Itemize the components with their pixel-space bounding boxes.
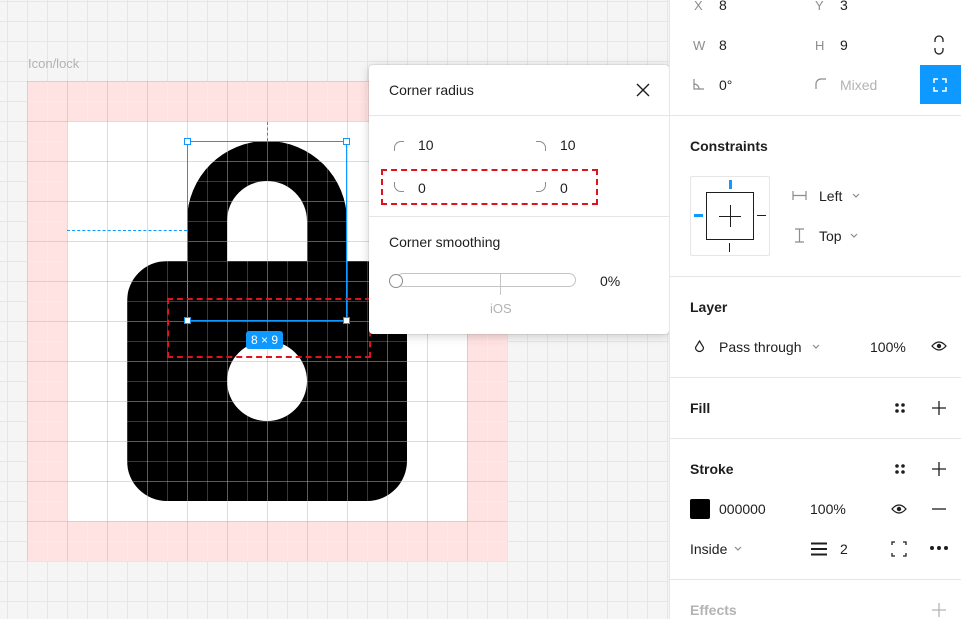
smoothing-ios-marker — [500, 273, 501, 295]
smoothing-value[interactable]: 0% — [600, 273, 620, 289]
add-effect-icon[interactable] — [932, 603, 946, 617]
constraint-cross-h — [719, 216, 741, 217]
smoothing-slider-track[interactable] — [396, 273, 576, 287]
blend-mode-select[interactable]: Pass through — [719, 339, 802, 355]
divider — [670, 276, 961, 277]
vertical-constraint-icon — [795, 228, 804, 243]
close-icon[interactable] — [636, 83, 650, 97]
smoothing-ios-label: iOS — [490, 301, 512, 316]
chevron-down-icon[interactable] — [852, 193, 860, 199]
constraints-title: Constraints — [690, 138, 768, 154]
stroke-weight-input[interactable]: 2 — [840, 541, 848, 557]
remove-stroke-icon[interactable] — [932, 502, 946, 516]
individual-strokes-icon[interactable] — [891, 541, 907, 557]
divider — [369, 216, 669, 217]
y-input[interactable]: 3 — [840, 0, 848, 13]
stroke-weight-icon — [811, 542, 827, 556]
stroke-opacity-input[interactable]: 100% — [810, 501, 846, 517]
smoothing-slider-thumb[interactable] — [389, 274, 403, 288]
effects-title: Effects — [690, 602, 737, 618]
constraint-bottom[interactable] — [729, 243, 730, 252]
radius-bottom-left-input[interactable]: 0 — [418, 180, 426, 196]
horizontal-constraint-icon — [792, 191, 807, 200]
x-input[interactable]: 8 — [719, 0, 727, 13]
corner-radius-icon — [815, 78, 826, 89]
vertical-constraint-select[interactable]: Top — [819, 228, 842, 244]
constrain-proportions-icon[interactable] — [933, 35, 945, 55]
horizontal-constraint-select[interactable]: Left — [819, 188, 842, 204]
popover-title: Corner radius — [389, 82, 474, 98]
chevron-down-icon[interactable] — [850, 233, 858, 239]
blend-mode-icon — [694, 340, 705, 353]
radius-top-left-icon — [394, 141, 404, 151]
properties-panel: X 8 Y 3 W 8 H 9 0° Mixed Constraints Lef… — [669, 0, 961, 619]
stroke-color-swatch[interactable] — [690, 499, 710, 519]
independent-corners-icon — [933, 78, 947, 92]
radius-top-right-input[interactable]: 10 — [560, 137, 576, 153]
h-input[interactable]: 9 — [840, 37, 848, 53]
more-options-icon[interactable] — [929, 545, 949, 551]
layer-opacity-input[interactable]: 100% — [870, 339, 906, 355]
frame-label[interactable]: Icon/lock — [28, 56, 79, 71]
chevron-down-icon[interactable] — [734, 546, 742, 552]
chevron-down-icon[interactable] — [812, 344, 820, 350]
eye-icon[interactable] — [891, 503, 907, 515]
w-label: W — [693, 38, 706, 53]
measure-guide — [267, 122, 268, 141]
eye-icon[interactable] — [931, 340, 947, 352]
fill-title: Fill — [690, 400, 711, 416]
divider — [369, 115, 669, 116]
resize-handle-top-left[interactable] — [184, 138, 191, 145]
divider — [670, 377, 961, 378]
constraint-widget[interactable] — [690, 176, 770, 256]
resize-handle-top-right[interactable] — [343, 138, 350, 145]
measure-guide — [67, 230, 187, 231]
styles-grid-icon[interactable] — [894, 402, 906, 414]
independent-corners-button[interactable] — [920, 65, 961, 104]
highlight-bottom-corners — [167, 298, 371, 358]
corner-smoothing-title: Corner smoothing — [389, 234, 501, 250]
radius-top-right-icon — [536, 141, 546, 151]
add-stroke-icon[interactable] — [932, 462, 946, 476]
selection-box[interactable] — [184, 138, 350, 324]
stroke-position-select[interactable]: Inside — [690, 541, 727, 557]
corner-radius-popover: Corner radius 10 10 0 0 Corner smoothing… — [369, 65, 669, 334]
radius-bottom-right-input[interactable]: 0 — [560, 180, 568, 196]
constraint-left-active[interactable] — [694, 214, 703, 217]
stroke-color-hex-input[interactable]: 000000 — [719, 501, 766, 517]
constraint-right[interactable] — [757, 215, 766, 216]
constraint-top-active[interactable] — [729, 180, 732, 189]
h-label: H — [815, 38, 825, 53]
constraint-inner-box — [706, 192, 754, 240]
w-input[interactable]: 8 — [719, 37, 727, 53]
divider — [670, 438, 961, 439]
dimension-badge: 8 × 9 — [246, 331, 284, 349]
rotation-icon — [693, 79, 704, 90]
corner-radius-input[interactable]: Mixed — [840, 77, 877, 93]
add-fill-icon[interactable] — [932, 401, 946, 415]
divider — [670, 579, 961, 580]
rotation-input[interactable]: 0° — [719, 77, 732, 93]
divider — [670, 115, 961, 116]
y-label: Y — [815, 0, 824, 13]
radius-top-left-input[interactable]: 10 — [418, 137, 434, 153]
x-label: X — [694, 0, 703, 13]
styles-grid-icon[interactable] — [894, 463, 906, 475]
layer-title: Layer — [690, 299, 728, 315]
stroke-title: Stroke — [690, 461, 734, 477]
